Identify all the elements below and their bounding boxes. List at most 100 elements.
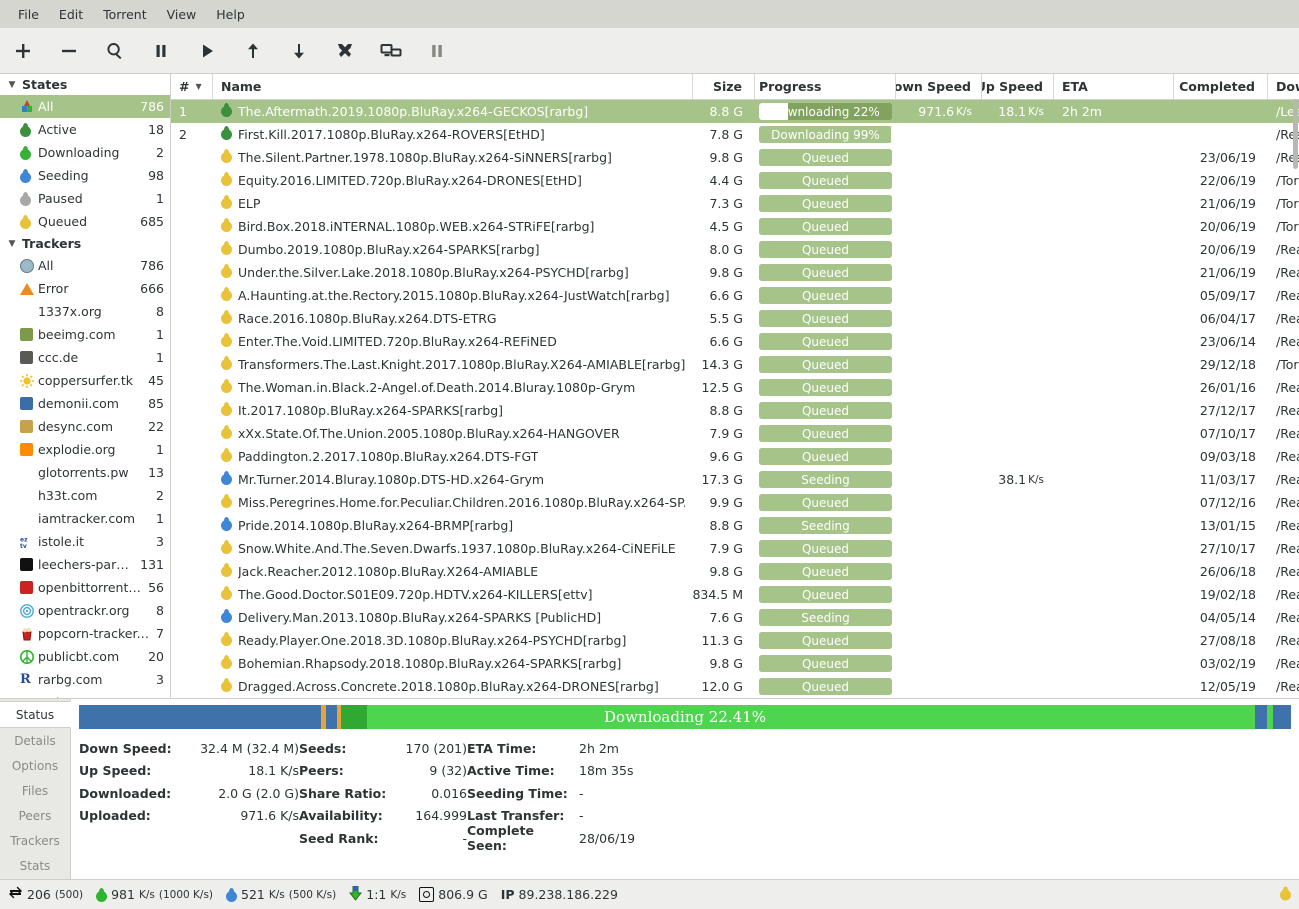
table-row[interactable]: Bird.Box.2018.iNTERNAL.1080p.WEB.x264-ST… — [171, 215, 1299, 238]
column-header-down-speed[interactable]: Down Speed — [896, 74, 982, 99]
table-row[interactable]: Transformers.The.Last.Knight.2017.1080p.… — [171, 353, 1299, 376]
table-row[interactable]: Jack.Reacher.2012.1080p.BluRay.X264-AMIA… — [171, 560, 1299, 583]
preferences-button[interactable] — [322, 31, 368, 71]
menu-item-torrent[interactable]: Torrent — [93, 4, 156, 25]
sidebar-tracker-1337x-org[interactable]: 1337x.org 8 — [0, 300, 170, 323]
sidebar-tracker-rarbg-me[interactable]: rarbg.me74 — [0, 691, 170, 698]
sidebar-state-queued[interactable]: Queued 685 — [0, 210, 170, 233]
column-header-[interactable]: # ▼ — [171, 74, 213, 99]
sidebar-tracker-count: 1 — [156, 350, 164, 365]
details-tab-status[interactable]: Status — [0, 701, 71, 728]
column-header-up-speed[interactable]: Up Speed — [982, 74, 1054, 99]
column-header-eta[interactable]: ETA — [1054, 74, 1174, 99]
move-up-button[interactable] — [230, 31, 276, 71]
table-row[interactable]: Under.the.Silver.Lake.2018.1080p.BluRay.… — [171, 261, 1299, 284]
sidebar-tracker-leechers-paradi[interactable]: leechers-paradi... 131 — [0, 553, 170, 576]
trackers-group-header[interactable]: ▼ Trackers — [0, 233, 170, 254]
menu-item-file[interactable]: File — [8, 4, 49, 25]
table-row[interactable]: The.Silent.Partner.1978.1080p.BluRay.x26… — [171, 146, 1299, 169]
table-row[interactable]: The.Woman.in.Black.2-Angel.of.Death.2014… — [171, 376, 1299, 399]
menu-item-help[interactable]: Help — [206, 4, 255, 25]
table-vertical-scrollbar[interactable] — [1292, 99, 1299, 698]
sidebar-tracker-coppersurfer-tk[interactable]: coppersurfer.tk 45 — [0, 369, 170, 392]
table-row[interactable]: It.2017.1080p.BluRay.x264-SPARKS[rarbg] 8… — [171, 399, 1299, 422]
table-row[interactable]: Dragged.Across.Concrete.2018.1080p.BluRa… — [171, 675, 1299, 698]
table-row[interactable]: xXx.State.Of.The.Union.2005.1080p.BluRay… — [171, 422, 1299, 445]
resume-button[interactable] — [184, 31, 230, 71]
sidebar-tracker-openbittorrent-c[interactable]: openbittorrent.c... 56 — [0, 576, 170, 599]
table-row[interactable]: Paddington.2.2017.1080p.BluRay.x264.DTS-… — [171, 445, 1299, 468]
table-row[interactable]: Ready.Player.One.2018.3D.1080p.BluRay.x2… — [171, 629, 1299, 652]
sidebar-state-all[interactable]: All 786 — [0, 95, 170, 118]
details-tab-options[interactable]: Options — [0, 753, 70, 778]
sidebar-tracker-count: 131 — [140, 557, 164, 572]
status-upload-speed[interactable]: 521 K/s (500 K/s) — [226, 887, 349, 902]
row-progress-label: Queued — [801, 403, 850, 418]
table-row[interactable]: 1 The.Aftermath.2019.1080p.BluRay.x264-GE… — [171, 100, 1299, 123]
sidebar-state-downloading[interactable]: Downloading 2 — [0, 141, 170, 164]
table-row[interactable]: The.Good.Doctor.S01E09.720p.HDTV.x264-KI… — [171, 583, 1299, 606]
row-progress-bar: Seeding — [759, 609, 892, 626]
details-tab-stats[interactable]: Stats — [0, 853, 70, 878]
sidebar-tracker-all[interactable]: All 786 — [0, 254, 170, 277]
details-tab-details[interactable]: Details — [0, 728, 70, 753]
states-group-header[interactable]: ▼ States — [0, 74, 170, 95]
status-protocol-traffic[interactable]: 1:1 K/s — [349, 885, 419, 904]
sidebar-tracker-rarbg-com[interactable]: Rrarbg.com 3 — [0, 668, 170, 691]
table-row[interactable]: Enter.The.Void.LIMITED.720p.BluRay.x264-… — [171, 330, 1299, 353]
details-tab-peers[interactable]: Peers — [0, 803, 70, 828]
table-row[interactable]: Bohemian.Rhapsody.2018.1080p.BluRay.x264… — [171, 652, 1299, 675]
sidebar-tracker-beeimg-com[interactable]: beeimg.com 1 — [0, 323, 170, 346]
table-row[interactable]: A.Haunting.at.the.Rectory.2015.1080p.Blu… — [171, 284, 1299, 307]
move-down-button[interactable] — [276, 31, 322, 71]
sidebar-tracker-glotorrents-pw[interactable]: glotorrents.pw 13 — [0, 461, 170, 484]
sidebar-state-active[interactable]: Active 18 — [0, 118, 170, 141]
column-header-completed[interactable]: Completed — [1174, 74, 1268, 99]
scrollbar-thumb[interactable] — [1293, 99, 1298, 169]
square-icon — [20, 442, 37, 458]
table-row[interactable]: Race.2016.1080p.BluRay.x264.DTS-ETRG 5.5 … — [171, 307, 1299, 330]
status-ip-address[interactable]: IP 89.238.186.229 — [501, 887, 631, 902]
status-tray-indicator[interactable] — [1280, 886, 1291, 903]
table-row[interactable]: Dumbo.2019.1080p.BluRay.x264-SPARKS[rarb… — [171, 238, 1299, 261]
sidebar-tracker-publicbt-com[interactable]: publicbt.com 20 — [0, 645, 170, 668]
search-button[interactable] — [92, 31, 138, 71]
column-header-size[interactable]: Size — [693, 74, 755, 99]
sidebar-tracker-popcorn-tracker[interactable]: popcorn-tracker.... 7 — [0, 622, 170, 645]
table-row[interactable]: Snow.White.And.The.Seven.Dwarfs.1937.108… — [171, 537, 1299, 560]
menu-item-edit[interactable]: Edit — [49, 4, 93, 25]
table-row[interactable]: ELP7.3 GQueued21/06/19/Torrents — [171, 192, 1299, 215]
column-header-progress[interactable]: Progress — [755, 74, 896, 99]
status-download-speed[interactable]: 981 K/s (1000 K/s) — [96, 887, 226, 902]
column-header-download-fo[interactable]: Download Fo — [1268, 74, 1299, 99]
sidebar-tracker-iamtracker-com[interactable]: iamtracker.com 1 — [0, 507, 170, 530]
pause-button[interactable] — [138, 31, 184, 71]
column-header-name[interactable]: Name — [213, 74, 693, 99]
sidebar-tracker-error[interactable]: Error 666 — [0, 277, 170, 300]
menu-item-view[interactable]: View — [157, 4, 207, 25]
row-size: 9.8 G — [709, 150, 743, 165]
status-free-space[interactable]: 806.9 G — [419, 887, 500, 902]
table-row[interactable]: Delivery.Man.2013.1080p.BluRay.x264-SPAR… — [171, 606, 1299, 629]
sidebar-tracker-istole-it[interactable]: ez tv istole.it 3 — [0, 530, 170, 553]
pause-all-button[interactable] — [414, 31, 460, 71]
table-row[interactable]: Miss.Peregrines.Home.for.Peculiar.Childr… — [171, 491, 1299, 514]
connection-manager-button[interactable] — [368, 31, 414, 71]
details-tab-trackers[interactable]: Trackers — [0, 828, 70, 853]
add-torrent-button[interactable] — [0, 31, 46, 71]
table-row[interactable]: Pride.2014.1080p.BluRay.x264-BRMP[rarbg]… — [171, 514, 1299, 537]
sidebar-tracker-desync-com[interactable]: desync.com 22 — [0, 415, 170, 438]
table-row[interactable]: Equity.2016.LIMITED.720p.BluRay.x264-DRO… — [171, 169, 1299, 192]
sidebar-tracker-opentrackr-org[interactable]: opentrackr.org 8 — [0, 599, 170, 622]
table-row[interactable]: Mr.Turner.2014.Bluray.1080p.DTS-HD.x264-… — [171, 468, 1299, 491]
sidebar-tracker-explodie-org[interactable]: explodie.org 1 — [0, 438, 170, 461]
details-tab-files[interactable]: Files — [0, 778, 70, 803]
status-connections[interactable]: 206 (500) — [8, 886, 96, 903]
sidebar-tracker-h33t-com[interactable]: h33t.com 2 — [0, 484, 170, 507]
remove-torrent-button[interactable] — [46, 31, 92, 71]
sidebar-state-paused[interactable]: Paused 1 — [0, 187, 170, 210]
sidebar-state-seeding[interactable]: Seeding 98 — [0, 164, 170, 187]
table-row[interactable]: 2 First.Kill.2017.1080p.BluRay.x264-ROVER… — [171, 123, 1299, 146]
sidebar-tracker-demonii-com[interactable]: demonii.com 85 — [0, 392, 170, 415]
sidebar-tracker-ccc-de[interactable]: ccc.de 1 — [0, 346, 170, 369]
